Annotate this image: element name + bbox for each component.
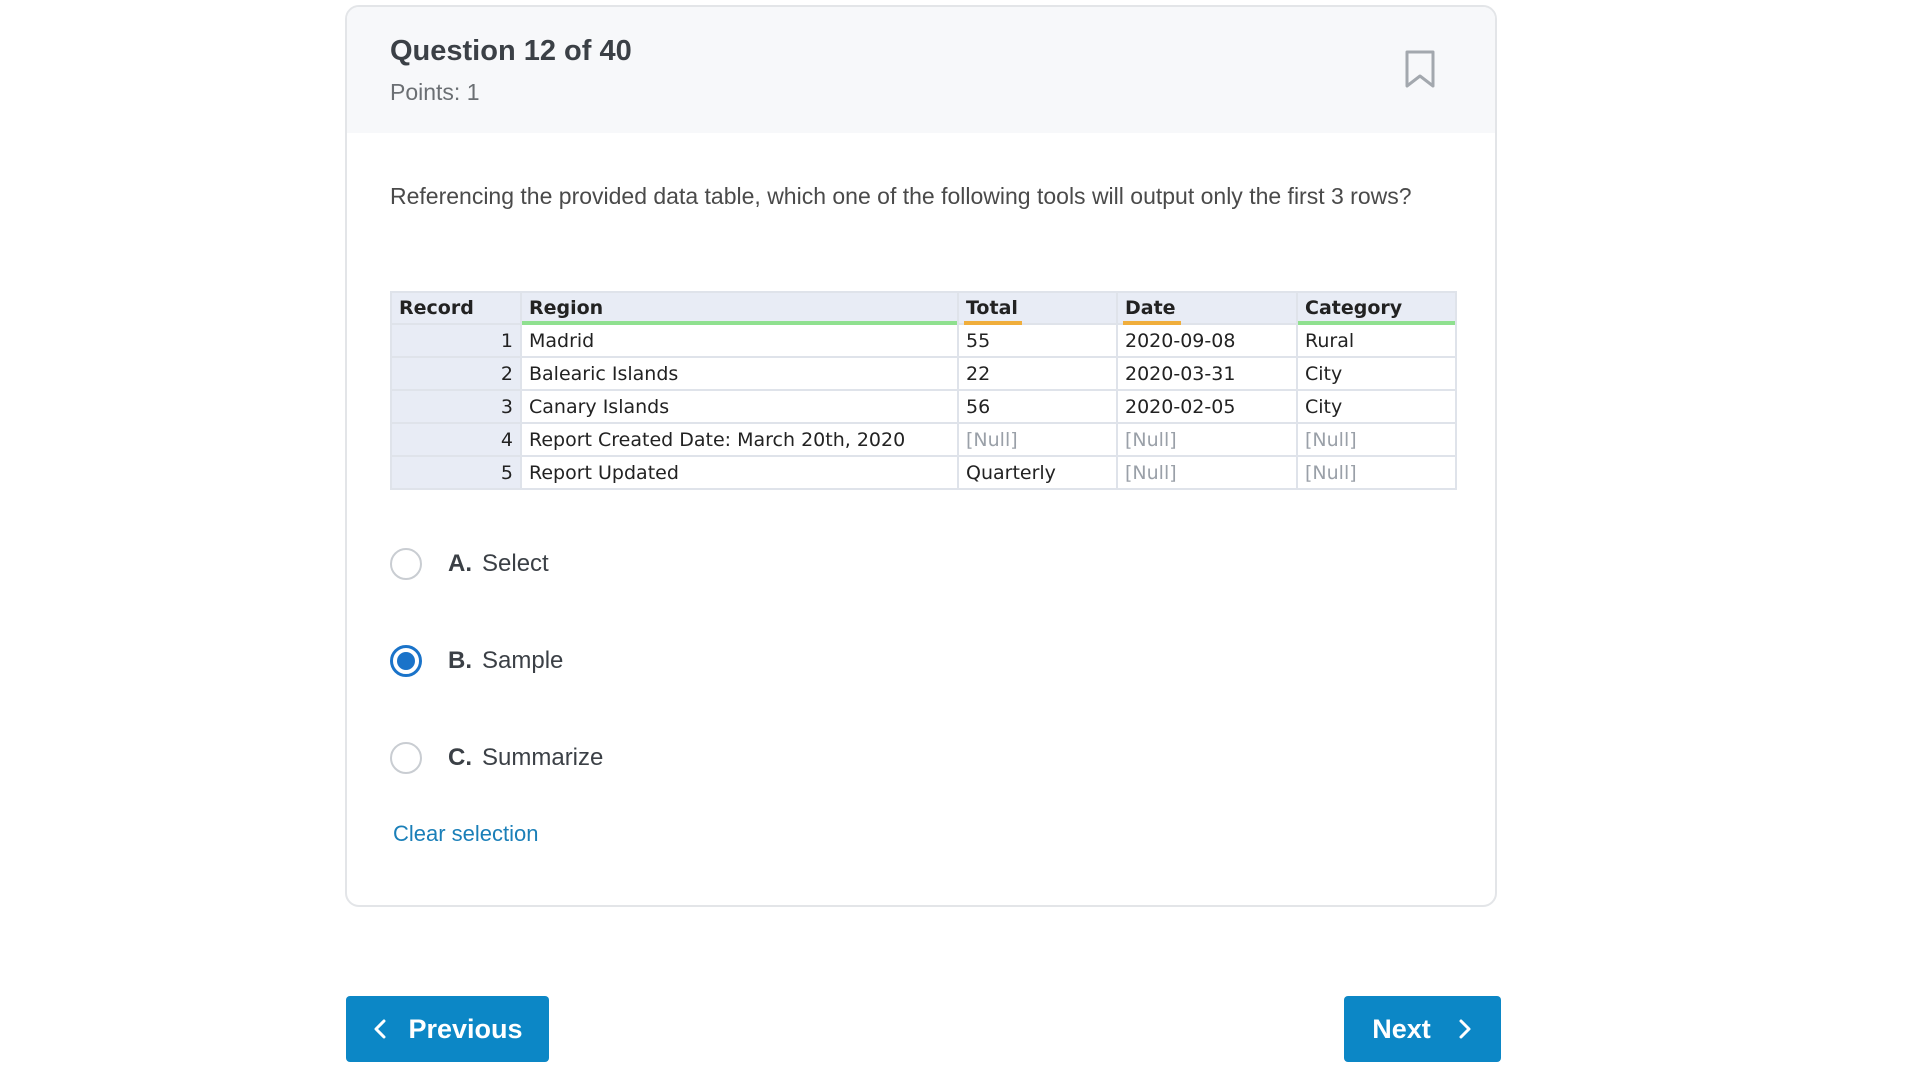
table-cell: 4 bbox=[390, 422, 522, 457]
question-header: Question 12 of 40 Points: 1 bbox=[347, 7, 1495, 133]
question-points: Points: 1 bbox=[390, 79, 480, 105]
table-cell: 56 bbox=[957, 389, 1118, 424]
table-cell: [Null] bbox=[1116, 422, 1298, 457]
table-row: 4 Report Created Date: March 20th, 2020 … bbox=[390, 422, 1457, 457]
table-cell: Madrid bbox=[520, 323, 959, 358]
radio-button-selected[interactable] bbox=[390, 645, 422, 677]
option-letter: C. bbox=[448, 744, 472, 771]
option-b[interactable]: B. Sample bbox=[390, 641, 563, 681]
table-row: 3 Canary Islands 56 2020-02-05 City bbox=[390, 389, 1457, 424]
table-cell: Balearic Islands bbox=[520, 356, 959, 391]
table-row: 2 Balearic Islands 22 2020-03-31 City bbox=[390, 356, 1457, 391]
table-cell: 22 bbox=[957, 356, 1118, 391]
table-cell: Report Updated bbox=[520, 455, 959, 490]
table-header-row: Record Region Total Date Category bbox=[390, 291, 1457, 325]
column-header-date: Date bbox=[1116, 291, 1298, 325]
column-header-record: Record bbox=[390, 291, 522, 325]
table-cell: [Null] bbox=[1296, 455, 1457, 490]
previous-button[interactable]: Previous bbox=[346, 996, 549, 1062]
table-cell: 1 bbox=[390, 323, 522, 358]
column-header-total: Total bbox=[957, 291, 1118, 325]
question-text: Referencing the provided data table, whi… bbox=[390, 183, 1412, 209]
next-label: Next bbox=[1372, 1013, 1431, 1044]
radio-button[interactable] bbox=[390, 742, 422, 774]
column-header-category: Category bbox=[1296, 291, 1457, 325]
radio-button[interactable] bbox=[390, 548, 422, 580]
table-cell: 2020-03-31 bbox=[1116, 356, 1298, 391]
table-cell: 5 bbox=[390, 455, 522, 490]
clear-selection-link[interactable]: Clear selection bbox=[393, 821, 539, 847]
table-cell: 3 bbox=[390, 389, 522, 424]
table-cell: City bbox=[1296, 389, 1457, 424]
table-cell: 55 bbox=[957, 323, 1118, 358]
table-cell: 2020-09-08 bbox=[1116, 323, 1298, 358]
chevron-left-icon bbox=[374, 1019, 386, 1039]
table-row: 5 Report Updated Quarterly [Null] [Null] bbox=[390, 455, 1457, 490]
table-cell: 2 bbox=[390, 356, 522, 391]
table-cell: 2020-02-05 bbox=[1116, 389, 1298, 424]
question-title: Question 12 of 40 bbox=[390, 35, 632, 67]
option-c[interactable]: C. Summarize bbox=[390, 738, 603, 778]
table-cell: [Null] bbox=[957, 422, 1118, 457]
option-label: Summarize bbox=[482, 744, 604, 771]
table-cell: Canary Islands bbox=[520, 389, 959, 424]
option-label: Select bbox=[482, 550, 549, 577]
table-cell: Report Created Date: March 20th, 2020 bbox=[520, 422, 959, 457]
table-row: 1 Madrid 55 2020-09-08 Rural bbox=[390, 323, 1457, 358]
bookmark-icon[interactable] bbox=[1403, 49, 1437, 89]
data-table: Record Region Total Date Category 1 Madr… bbox=[390, 291, 1457, 490]
column-header-region: Region bbox=[520, 291, 959, 325]
question-card: Question 12 of 40 Points: 1 Referencing … bbox=[345, 5, 1497, 907]
table-cell: City bbox=[1296, 356, 1457, 391]
option-letter: B. bbox=[448, 647, 472, 674]
table-cell: [Null] bbox=[1116, 455, 1298, 490]
previous-label: Previous bbox=[408, 1013, 523, 1044]
option-a[interactable]: A. Select bbox=[390, 544, 549, 584]
option-letter: A. bbox=[448, 550, 472, 577]
option-label: Sample bbox=[482, 647, 564, 674]
table-cell: Rural bbox=[1296, 323, 1457, 358]
table-cell: [Null] bbox=[1296, 422, 1457, 457]
next-button[interactable]: Next bbox=[1344, 996, 1501, 1062]
table-cell: Quarterly bbox=[957, 455, 1118, 490]
chevron-right-icon bbox=[1459, 1019, 1471, 1039]
